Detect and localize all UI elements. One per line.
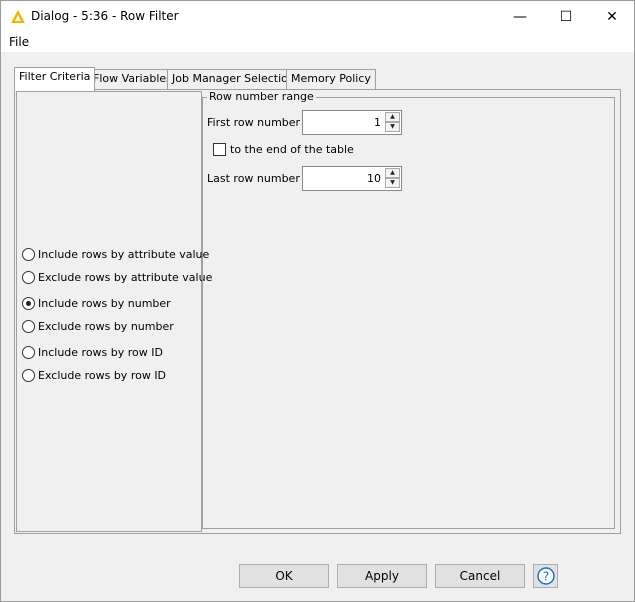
radio-exclude-rowid[interactable]: Exclude rows by row ID [22,367,166,383]
dialog-window: Dialog - 5:36 - Row Filter — ☐ ✕ File Fi… [0,0,635,602]
to-end-label: to the end of the table [230,143,354,156]
first-row-spinner[interactable]: 1 ▲ ▼ [302,110,402,135]
radio-exclude-number[interactable]: Exclude rows by number [22,318,174,334]
menu-bar: File [1,32,634,52]
help-button[interactable]: ? [533,564,558,588]
first-row-value[interactable]: 1 [374,116,381,129]
ok-button[interactable]: OK [239,564,329,588]
tab-flow-variables[interactable]: Flow Variables [88,69,177,89]
radio-button-icon[interactable] [22,368,35,382]
menu-file[interactable]: File [9,35,29,49]
radio-button-icon[interactable] [22,319,35,333]
radio-button-icon[interactable] [22,270,35,284]
spinner-buttons: ▲ ▼ [385,168,400,189]
spin-up-icon[interactable]: ▲ [385,168,400,178]
radio-label: Exclude rows by number [38,319,174,333]
first-row-label: First row number [207,116,301,129]
tab-filter-criteria[interactable]: Filter Criteria [14,67,96,91]
group-title: Row number range [207,90,316,103]
radio-include-rowid[interactable]: Include rows by row ID [22,344,163,360]
spinner-buttons: ▲ ▼ [385,112,400,133]
tab-memory-policy[interactable]: Memory Policy [286,69,376,89]
tab-job-manager-selection[interactable]: Job Manager Selection [167,69,300,89]
filter-criteria-panel: Include rows by attribute value Exclude … [14,89,621,534]
radio-exclude-attribute[interactable]: Exclude rows by attribute value [22,269,212,285]
maximize-button[interactable]: ☐ [543,1,589,32]
title-bar: Dialog - 5:36 - Row Filter — ☐ ✕ [1,1,634,32]
knime-warning-icon [11,10,25,23]
last-row-label: Last row number [207,172,300,185]
radio-button-icon[interactable] [22,345,35,359]
filter-mode-pane: Include rows by attribute value Exclude … [16,91,212,532]
radio-label: Include rows by row ID [38,345,163,359]
to-end-checkbox-row[interactable]: to the end of the table [213,143,354,156]
svg-text:?: ? [542,570,548,584]
spin-down-icon[interactable]: ▼ [385,122,400,132]
checkbox-icon[interactable] [213,143,226,156]
last-row-value[interactable]: 10 [367,172,381,185]
radio-include-number[interactable]: Include rows by number [22,295,171,311]
help-icon: ? [536,567,555,585]
last-row-spinner[interactable]: 10 ▲ ▼ [302,166,402,191]
radio-button-selected-icon[interactable] [22,296,35,310]
row-number-range-group: Row number range First row number 1 ▲ ▼ … [202,90,615,529]
radio-include-attribute[interactable]: Include rows by attribute value [22,246,209,262]
radio-label: Include rows by attribute value [38,247,210,261]
radio-button-icon[interactable] [22,247,35,261]
spin-up-icon[interactable]: ▲ [385,112,400,122]
apply-button[interactable]: Apply [337,564,427,588]
cancel-button[interactable]: Cancel [435,564,525,588]
spin-down-icon[interactable]: ▼ [385,178,400,188]
minimize-button[interactable]: — [497,1,543,32]
radio-label: Exclude rows by attribute value [38,270,213,284]
close-button[interactable]: ✕ [589,1,635,32]
window-title: Dialog - 5:36 - Row Filter [31,9,179,23]
radio-label: Exclude rows by row ID [38,368,167,382]
radio-label: Include rows by number [38,296,171,310]
